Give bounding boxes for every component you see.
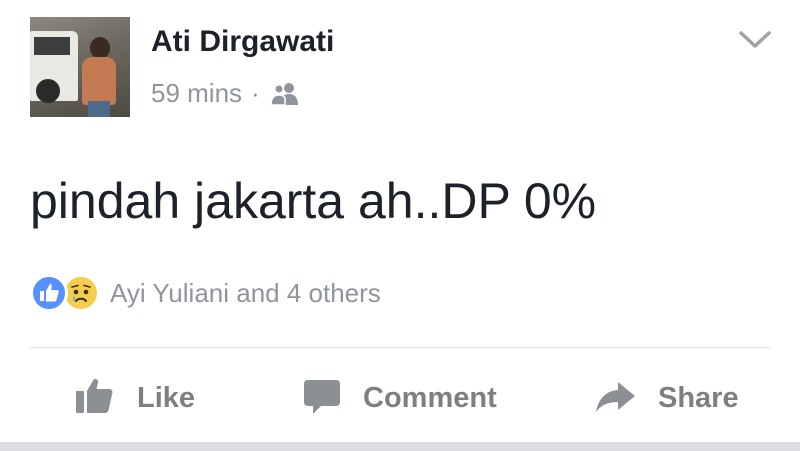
- friends-icon[interactable]: [269, 82, 300, 106]
- author-name[interactable]: Ati Dirgawati: [151, 25, 334, 59]
- avatar-person-legs: [88, 101, 110, 117]
- like-reaction-icon: [30, 274, 68, 312]
- share-button[interactable]: Share: [594, 370, 739, 426]
- post-options-chevron-icon[interactable]: [738, 30, 772, 55]
- reactions-summary-text[interactable]: Ayi Yuliani and 4 others: [110, 278, 381, 309]
- comment-button-label: Comment: [363, 381, 497, 414]
- avatar-person-body: [82, 57, 116, 105]
- speech-bubble-icon: [303, 376, 341, 421]
- comment-button[interactable]: Comment: [303, 370, 497, 426]
- thumbs-up-icon: [75, 376, 115, 421]
- feed-separator-bar: [0, 442, 800, 451]
- post-meta: 59 mins ·: [151, 78, 300, 109]
- like-button-label: Like: [137, 381, 196, 414]
- share-arrow-icon: [594, 376, 636, 421]
- meta-separator: ·: [251, 78, 260, 108]
- author-avatar[interactable]: [30, 17, 130, 117]
- avatar-person-head: [90, 37, 110, 59]
- actions-divider: [30, 347, 770, 348]
- share-button-label: Share: [658, 381, 739, 414]
- post-actions-bar: Like Comment Share: [0, 370, 800, 426]
- like-button[interactable]: Like: [75, 370, 195, 426]
- post-text: pindah jakarta ah..DP 0%: [30, 173, 597, 229]
- post-timestamp[interactable]: 59 mins: [151, 78, 242, 109]
- facebook-post: Ati Dirgawati 59 mins · pindah jakarta a…: [0, 0, 800, 451]
- reactions-summary[interactable]: Ayi Yuliani and 4 others: [30, 274, 381, 312]
- avatar-car-wheel: [36, 79, 60, 103]
